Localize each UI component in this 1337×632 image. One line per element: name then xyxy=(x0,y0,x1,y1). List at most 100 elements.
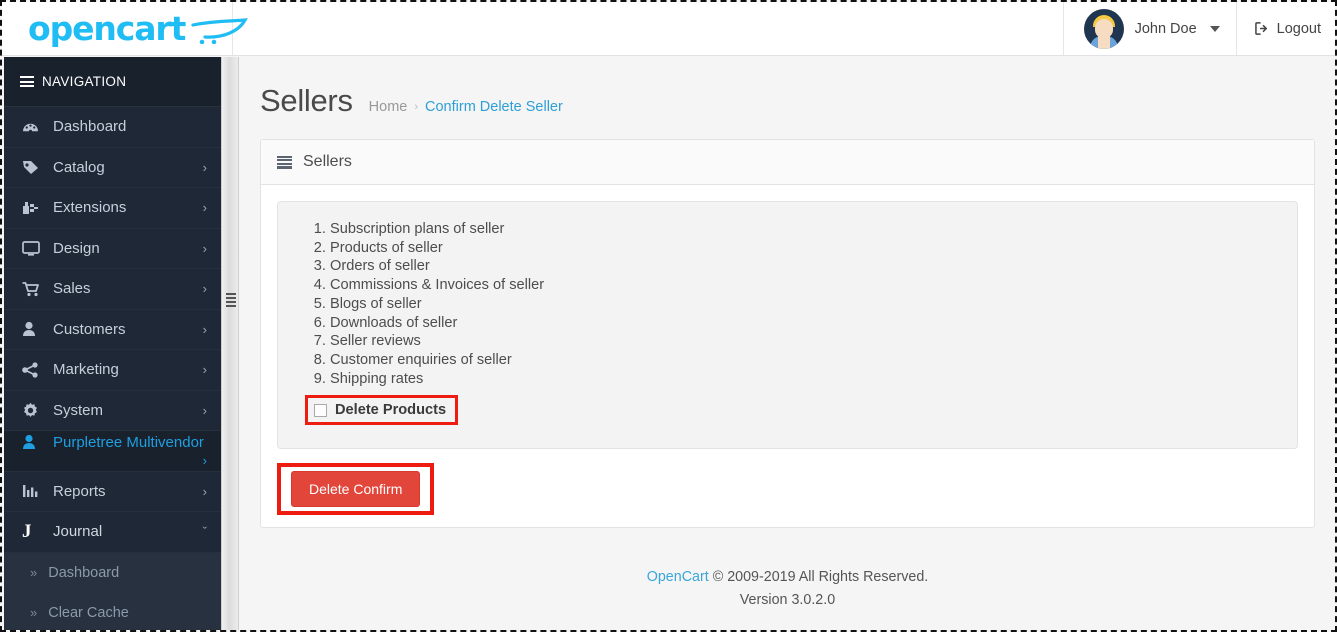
sidebar-item-label: Journal xyxy=(53,523,103,541)
sidebar-item-dashboard[interactable]: Dashboard xyxy=(4,107,221,148)
chevron-right-icon: › xyxy=(202,362,207,378)
gear-icon xyxy=(22,402,44,419)
list-item: Blogs of seller xyxy=(330,295,1275,314)
sidebar-item-system[interactable]: System › xyxy=(4,391,221,431)
sidebar-item-label: Catalog xyxy=(53,158,105,176)
puzzle-plug-icon xyxy=(22,200,44,216)
list-icon xyxy=(277,155,292,169)
chevron-right-icon: › xyxy=(202,452,207,468)
user-icon xyxy=(22,321,44,337)
caret-down-icon xyxy=(1209,25,1220,32)
breadcrumb-separator: › xyxy=(414,101,419,113)
journal-j-icon: J xyxy=(22,520,32,542)
opencart-link[interactable]: OpenCart xyxy=(647,569,709,585)
sidebar-item-sales[interactable]: Sales › xyxy=(4,269,221,310)
scrollbar-grip-icon[interactable] xyxy=(226,293,236,307)
sidebar-subitem-label: Dashboard xyxy=(48,564,120,581)
sidebar-item-label: Customers xyxy=(53,320,126,338)
top-header-bar: opencart John Doe Logout xyxy=(2,2,1335,56)
sidebar-item-marketing[interactable]: Marketing › xyxy=(4,350,221,391)
sidebar-item-label: Design xyxy=(53,239,100,257)
sidebar-item-catalog[interactable]: Catalog › xyxy=(4,148,221,188)
chevron-right-icon: › xyxy=(202,200,207,216)
double-chevron-right-icon: » xyxy=(30,605,38,620)
sidebar-item-label: Reports xyxy=(53,482,106,500)
chevron-right-icon: › xyxy=(202,483,207,499)
sidebar-item-label: Extensions xyxy=(53,199,127,217)
navigation-header[interactable]: NAVIGATION xyxy=(4,57,221,107)
list-item: Products of seller xyxy=(330,239,1275,258)
double-chevron-right-icon: » xyxy=(30,565,38,580)
sidebar-item-label: System xyxy=(53,401,104,419)
delete-products-checkbox[interactable] xyxy=(314,403,327,417)
sidebar-item-label: Dashboard xyxy=(53,118,127,136)
chevron-down-icon: ˇ xyxy=(202,524,207,540)
user-name-label: John Doe xyxy=(1134,20,1197,37)
delete-confirm-highlight: Delete Confirm xyxy=(276,463,435,515)
sidebar-subitem-label: Clear Cache xyxy=(48,604,129,621)
sidebar-item-reports[interactable]: Reports › xyxy=(4,472,221,512)
sidebar-scrollbar[interactable] xyxy=(221,57,239,630)
delete-items-list: Subscription plans of seller Products of… xyxy=(308,220,1275,388)
sidebar-navigation: NAVIGATION Dashboard Catalog › Extension… xyxy=(4,57,221,630)
list-item: Shipping rates xyxy=(330,370,1275,389)
app-window: opencart John Doe Logout NAVIGATION Dash… xyxy=(0,0,1337,632)
hamburger-icon xyxy=(20,76,34,87)
footer: OpenCart © 2009-2019 All Rights Reserved… xyxy=(240,566,1335,612)
sellers-panel: Sellers Subscription plans of seller Pro… xyxy=(260,139,1315,528)
opencart-logo[interactable]: opencart xyxy=(2,2,249,55)
shopping-cart-icon xyxy=(22,281,44,297)
footer-version: Version 3.0.2.0 xyxy=(739,592,836,608)
page-title: Sellers xyxy=(260,83,353,118)
footer-copyright-line: OpenCart © 2009-2019 All Rights Reserved… xyxy=(240,566,1335,589)
monitor-icon xyxy=(22,240,44,256)
logout-label: Logout xyxy=(1276,20,1321,37)
navigation-title: NAVIGATION xyxy=(42,74,127,89)
sidebar-item-design[interactable]: Design › xyxy=(4,229,221,269)
list-item: Downloads of seller xyxy=(330,314,1275,333)
bar-chart-icon xyxy=(22,484,44,499)
sidebar-item-label: Sales xyxy=(53,280,91,298)
logout-icon xyxy=(1254,21,1270,36)
chevron-right-icon: › xyxy=(202,159,207,175)
sidebar-item-journal[interactable]: J Journal ˇ xyxy=(4,512,221,553)
logout-button[interactable]: Logout xyxy=(1235,2,1335,55)
avatar xyxy=(1083,8,1124,49)
breadcrumb: Home › Confirm Delete Seller xyxy=(369,99,563,115)
logo-wordmark: opencart xyxy=(28,9,186,48)
delete-products-checkbox-row[interactable]: Delete Products xyxy=(304,395,459,426)
chevron-right-icon: › xyxy=(202,281,207,297)
sidebar-subitem-clear-cache[interactable]: » Clear Cache xyxy=(4,592,221,630)
panel-heading-label: Sellers xyxy=(303,153,352,170)
footer-copyright: © 2009-2019 All Rights Reserved. xyxy=(712,569,929,585)
page-header: Sellers Home › Confirm Delete Seller xyxy=(240,57,1335,139)
chevron-right-icon: › xyxy=(202,321,207,337)
sidebar-item-purpletree-multivendor[interactable]: Purpletree Multivendor › xyxy=(4,431,221,472)
shopping-cart-swoosh-icon xyxy=(191,17,249,44)
delete-warning-well: Subscription plans of seller Products of… xyxy=(277,201,1298,449)
header-spacer xyxy=(233,2,1063,55)
list-item: Orders of seller xyxy=(330,257,1275,276)
chevron-right-icon: › xyxy=(202,402,207,418)
list-item: Commissions & Invoices of seller xyxy=(330,276,1275,295)
panel-heading: Sellers xyxy=(261,140,1314,185)
panel-body: Subscription plans of seller Products of… xyxy=(261,185,1314,527)
user-menu[interactable]: John Doe xyxy=(1062,2,1236,55)
breadcrumb-home[interactable]: Home xyxy=(369,99,408,115)
breadcrumb-current[interactable]: Confirm Delete Seller xyxy=(425,99,563,115)
list-item: Seller reviews xyxy=(330,332,1275,351)
tag-icon xyxy=(22,159,44,175)
main-content: Sellers Home › Confirm Delete Seller Sel… xyxy=(240,57,1335,630)
sidebar-item-label: Purpletree Multivendor xyxy=(53,433,204,451)
sidebar-item-label: Marketing xyxy=(53,361,119,379)
sidebar-item-extensions[interactable]: Extensions › xyxy=(4,188,221,229)
user-icon xyxy=(22,434,44,450)
delete-products-label: Delete Products xyxy=(335,402,447,419)
chevron-right-icon: › xyxy=(202,240,207,256)
delete-confirm-button[interactable]: Delete Confirm xyxy=(291,471,421,507)
list-item: Customer enquiries of seller xyxy=(330,351,1275,370)
sidebar-subitem-dashboard[interactable]: » Dashboard xyxy=(4,552,221,593)
sidebar-item-customers[interactable]: Customers › xyxy=(4,310,221,350)
dashboard-gauge-icon xyxy=(22,119,44,134)
list-item: Subscription plans of seller xyxy=(330,220,1275,239)
